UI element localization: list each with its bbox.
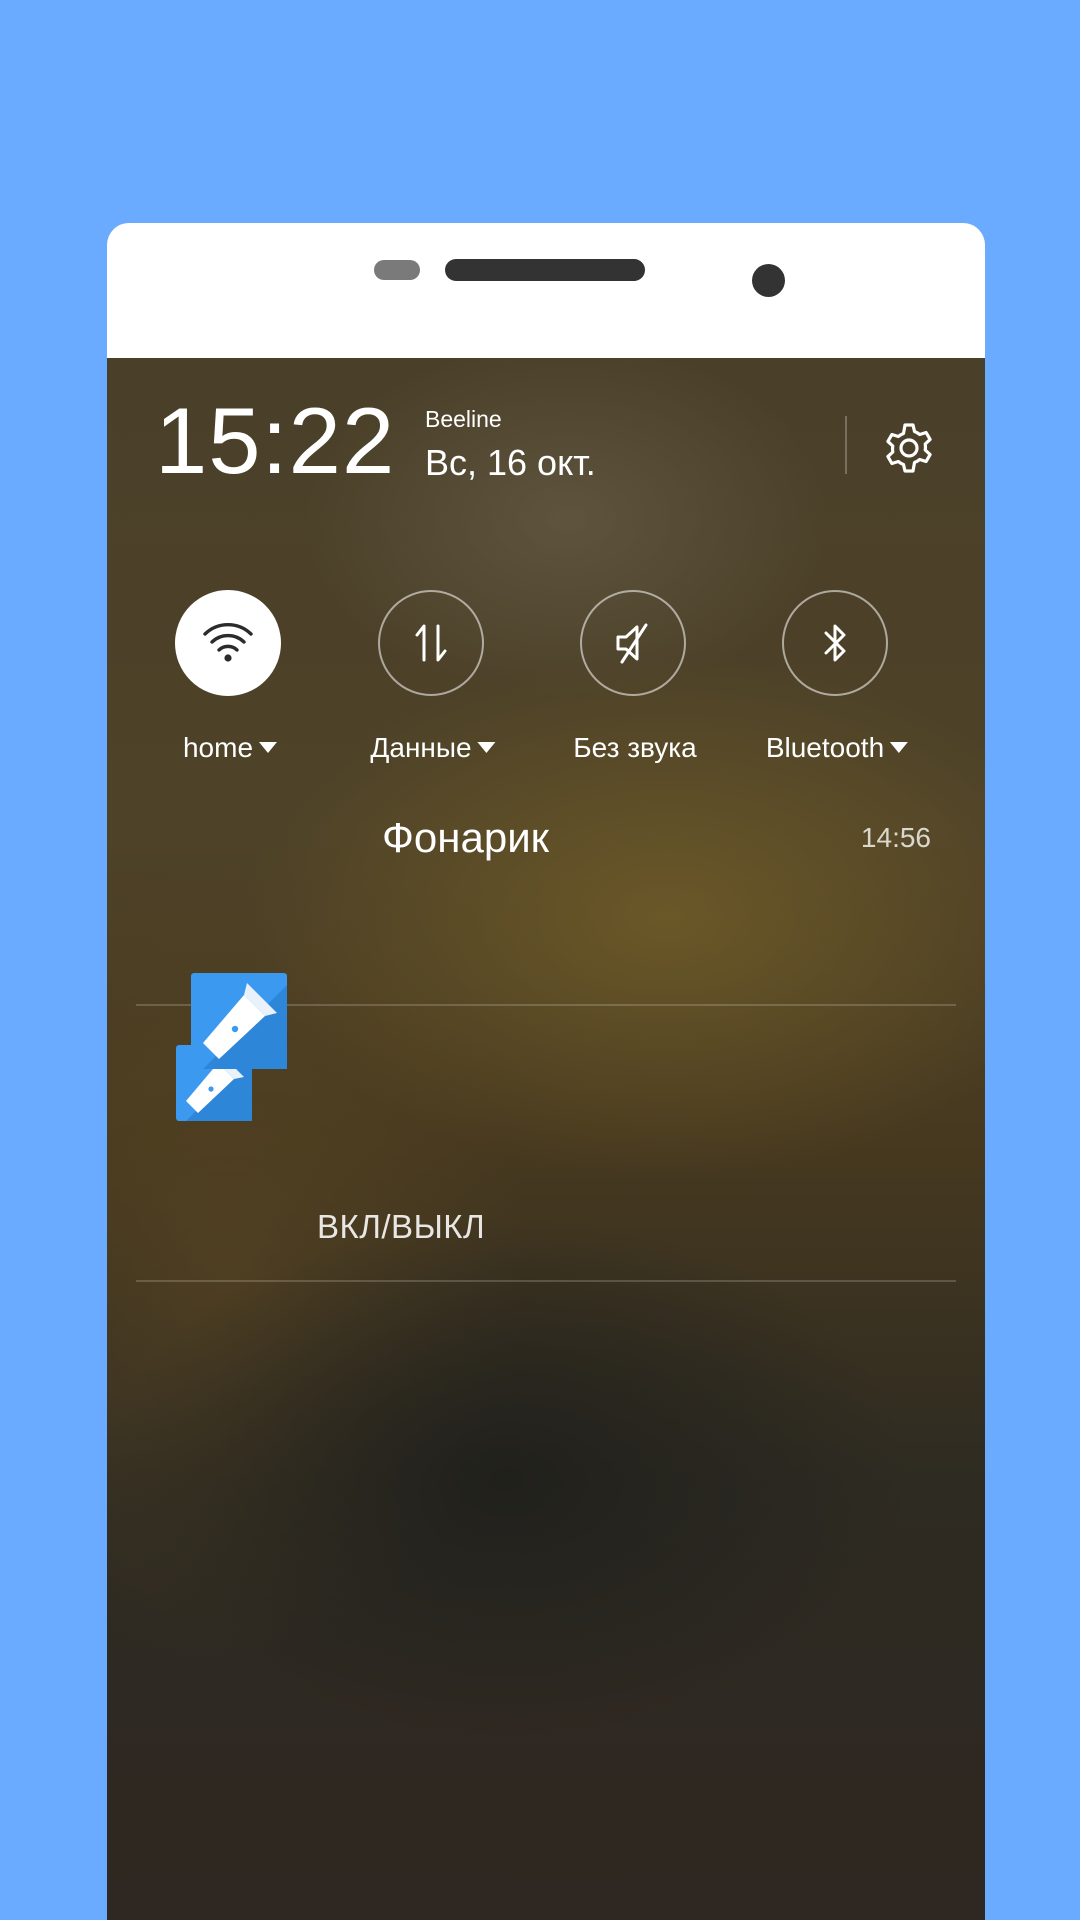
toggle-flashlight-action[interactable] (191, 973, 811, 1073)
chevron-down-icon[interactable] (890, 742, 909, 753)
data-transfer-icon (415, 624, 447, 662)
toggle-data-label[interactable]: Данные (370, 732, 496, 764)
sound-label-text: Без звука (573, 732, 697, 763)
wifi-network-name: home (182, 732, 254, 763)
phone-speaker (445, 259, 645, 281)
toggle-data[interactable]: Данные (358, 590, 508, 763)
bluetooth-icon (824, 624, 846, 662)
toggle-sound[interactable]: Без звука (560, 590, 710, 763)
carrier-name: Beeline (425, 406, 502, 432)
phone-frame: 15:22 Beeline Вс, 16 окт. home Данные Бе… (107, 223, 985, 1920)
chevron-down-icon[interactable] (259, 742, 278, 753)
toggle-wifi-label[interactable]: home (182, 732, 278, 764)
data-toggle-circle[interactable] (378, 590, 484, 696)
divider (136, 1280, 956, 1282)
toggle-wifi[interactable]: home (155, 590, 305, 763)
phone-sensor (374, 260, 420, 280)
settings-button[interactable] (879, 418, 939, 478)
mute-icon (616, 623, 648, 664)
toggle-bluetooth[interactable]: Bluetooth (762, 590, 912, 763)
header-divider (845, 416, 847, 474)
bluetooth-label-text: Bluetooth (765, 732, 885, 763)
flashlight-icon (191, 973, 287, 1069)
date: Вс, 16 окт. (425, 442, 596, 483)
flashlight-action-label[interactable]: ВКЛ/ВЫКЛ (317, 1208, 485, 1246)
toggle-sound-label[interactable]: Без звука (573, 732, 696, 764)
notification-shade: 15:22 Beeline Вс, 16 окт. home Данные Бе… (107, 358, 985, 1920)
toggle-bluetooth-label[interactable]: Bluetooth (765, 732, 909, 764)
wifi-toggle-circle[interactable] (175, 590, 281, 696)
chevron-down-icon[interactable] (477, 742, 496, 753)
bluetooth-toggle-circle[interactable] (782, 590, 888, 696)
gear-icon (886, 423, 932, 473)
notification-title: Фонарик (382, 814, 550, 861)
sound-toggle-circle[interactable] (580, 590, 686, 696)
data-label-text: Данные (370, 732, 472, 763)
clock: 15:22 (155, 388, 396, 493)
wifi-icon (203, 623, 253, 662)
phone-camera (752, 264, 785, 297)
notification-time: 14:56 (860, 822, 931, 853)
